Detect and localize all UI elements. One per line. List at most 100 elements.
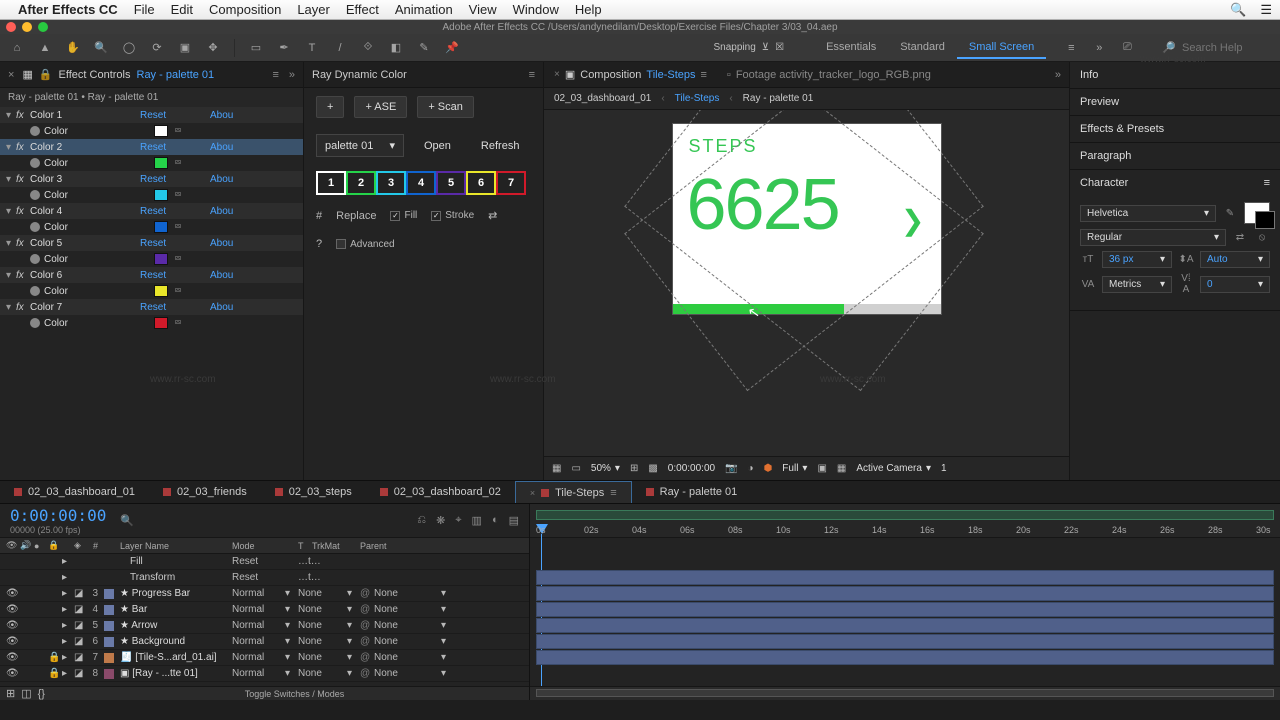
visibility-toggle-icon[interactable]: 👁 <box>6 604 20 615</box>
close-icon[interactable] <box>6 22 16 32</box>
reset-link[interactable]: Reset <box>140 206 210 217</box>
zoom-tool-icon[interactable]: 🔍 <box>92 39 110 57</box>
timeline-tab-4[interactable]: ×Tile-Steps ≡ <box>515 481 632 503</box>
eyedropper-icon[interactable]: ⮹ <box>174 222 182 233</box>
parent-pickwhip-icon[interactable]: @ <box>360 588 374 599</box>
trkmat-select[interactable]: None▾ <box>298 668 360 679</box>
ray-ase-button[interactable]: + ASE <box>354 96 407 118</box>
visibility-toggle-icon[interactable]: 👁 <box>6 620 20 631</box>
about-link[interactable]: Abou <box>210 110 233 121</box>
minimize-icon[interactable] <box>22 22 32 32</box>
font-family-select[interactable]: Helvetica▾ <box>1080 205 1216 222</box>
zoom-select[interactable]: 50% ▾ <box>591 463 620 474</box>
layer-bar[interactable] <box>536 602 1274 617</box>
grid-icon[interactable]: ▦ <box>552 463 561 474</box>
shy-icon[interactable]: ⌖ <box>455 514 461 527</box>
twirl-icon[interactable]: ▸ <box>62 652 74 663</box>
twirl-icon[interactable]: ▾ <box>6 238 16 249</box>
property-row[interactable]: ▸ Fill Reset …t… <box>0 554 529 570</box>
graph-editor-icon[interactable]: ▤ <box>509 514 519 527</box>
ray-swatch-3[interactable]: 3 <box>376 171 406 195</box>
kerning-select[interactable]: Metrics▾ <box>1102 276 1172 293</box>
effect-color-4[interactable]: ▾ fx Color 4 Reset Abou <box>0 203 303 219</box>
parent-pickwhip-icon[interactable]: @ <box>360 636 374 647</box>
info-panel-title[interactable]: Info <box>1080 69 1098 81</box>
layer-bar[interactable] <box>536 634 1274 649</box>
trkmat-select[interactable]: None▾ <box>298 636 360 647</box>
label-color[interactable] <box>104 605 114 615</box>
label-color[interactable] <box>104 653 114 663</box>
crumb-0[interactable]: 02_03_dashboard_01 <box>554 93 651 104</box>
font-size-select[interactable]: 36 px▾ <box>1102 251 1172 268</box>
parent-select[interactable]: None▾ <box>374 652 446 663</box>
fx-badge-icon[interactable]: fx <box>16 238 30 249</box>
panel-close-icon[interactable]: × <box>8 69 14 81</box>
stopwatch-icon[interactable] <box>30 190 40 200</box>
time-navigator[interactable] <box>536 689 1274 697</box>
layer-row-3[interactable]: 👁 ▸ ◪ 3 ★ Progress Bar Normal▾ None▾ @ N… <box>0 586 529 602</box>
eraser-tool-icon[interactable]: ◧ <box>387 39 405 57</box>
selection-tool-icon[interactable]: ▲ <box>36 39 54 57</box>
effect-color-3[interactable]: ▾ fx Color 3 Reset Abou <box>0 171 303 187</box>
lock-icon[interactable]: 🔒 <box>39 68 53 81</box>
layer-bar[interactable] <box>536 586 1274 601</box>
twirl-icon[interactable]: ▸ <box>62 588 74 599</box>
effect-color-5[interactable]: ▾ fx Color 5 Reset Abou <box>0 235 303 251</box>
channel-icon[interactable]: ▭ <box>571 463 580 474</box>
view-count-select[interactable]: 1 <box>941 463 947 474</box>
twirl-icon[interactable]: ▸ <box>62 636 74 647</box>
trkmat-select[interactable]: None▾ <box>298 652 360 663</box>
effects-presets-panel-title[interactable]: Effects & Presets <box>1080 123 1164 135</box>
label-color[interactable] <box>104 621 114 631</box>
twirl-icon[interactable]: ▾ <box>6 174 16 185</box>
comp-mini-flow-icon[interactable]: ⎌ <box>417 514 426 527</box>
label-icon[interactable]: ◪ <box>74 588 84 599</box>
stroke-checkbox[interactable]: ✓ <box>431 211 441 221</box>
workspace-standard[interactable]: Standard <box>888 37 957 59</box>
type-tool-icon[interactable]: T <box>303 39 321 57</box>
home-icon[interactable]: ⌂ <box>8 39 26 57</box>
time-ruler[interactable]: 0s02s04s06s08s10s12s14s16s18s20s22s24s26… <box>530 504 1280 538</box>
ray-swatch-7[interactable]: 7 <box>496 171 526 195</box>
color-swatch[interactable] <box>154 189 168 201</box>
no-fill-icon[interactable]: ⦸ <box>1254 232 1270 243</box>
color-swatch[interactable] <box>154 285 168 297</box>
comp-canvas[interactable]: STEPS 6625 ❯ <box>673 124 941 314</box>
ray-add-button[interactable]: + <box>316 96 344 118</box>
orbit-tool-icon[interactable]: ◯ <box>120 39 138 57</box>
menu-file[interactable]: File <box>134 2 155 17</box>
resolution-icon[interactable]: ⊞ <box>630 463 638 474</box>
layer-bar[interactable] <box>536 618 1274 633</box>
about-link[interactable]: Abou <box>210 302 233 313</box>
eyedropper-icon[interactable]: ✎ <box>1222 208 1238 219</box>
fast-preview-icon[interactable]: ⬢ <box>764 463 773 474</box>
spotlight-icon[interactable]: 🔍 <box>1230 2 1246 18</box>
paragraph-panel-title[interactable]: Paragraph <box>1080 150 1131 162</box>
crumb-2[interactable]: Ray - palette 01 <box>743 93 814 104</box>
layer-row-8[interactable]: 👁 🔒 ▸ ◪ 8 ▣ [Ray - ...tte 01] Normal▾ No… <box>0 666 529 682</box>
twirl-icon[interactable]: ▸ <box>62 604 74 615</box>
tl-brackets-icon[interactable]: {} <box>38 688 45 700</box>
stopwatch-icon[interactable] <box>30 126 40 136</box>
blend-mode-select[interactable]: Normal▾ <box>232 636 298 647</box>
snapping-toggle-icon[interactable]: ⊻ <box>762 42 769 53</box>
parent-pickwhip-icon[interactable]: @ <box>360 668 374 679</box>
composition-viewport[interactable]: STEPS 6625 ❯ <box>544 110 1069 456</box>
roi-icon[interactable]: ▣ <box>817 463 826 474</box>
reset-link[interactable]: Reset <box>140 302 210 313</box>
reset-link[interactable]: Reset <box>140 238 210 249</box>
frame-blend-icon[interactable]: ▥ <box>472 514 482 527</box>
fx-badge-icon[interactable]: fx <box>16 110 30 121</box>
menu-window[interactable]: Window <box>513 2 559 17</box>
effect-color-1[interactable]: ▾ fx Color 1 Reset Abou <box>0 107 303 123</box>
effect-color-2[interactable]: ▾ fx Color 2 Reset Abou <box>0 139 303 155</box>
color-swatch[interactable] <box>154 157 168 169</box>
parent-select[interactable]: None▾ <box>374 588 446 599</box>
window-traffic-lights[interactable] <box>6 22 48 32</box>
twirl-icon[interactable]: ▸ <box>62 620 74 631</box>
work-area-bar[interactable] <box>536 510 1274 520</box>
sync-icon[interactable]: ⎚ <box>1118 39 1136 57</box>
reset-link[interactable]: Reset <box>140 110 210 121</box>
snapshot-icon[interactable]: 📷 <box>725 463 737 474</box>
parent-select[interactable]: None▾ <box>374 620 446 631</box>
